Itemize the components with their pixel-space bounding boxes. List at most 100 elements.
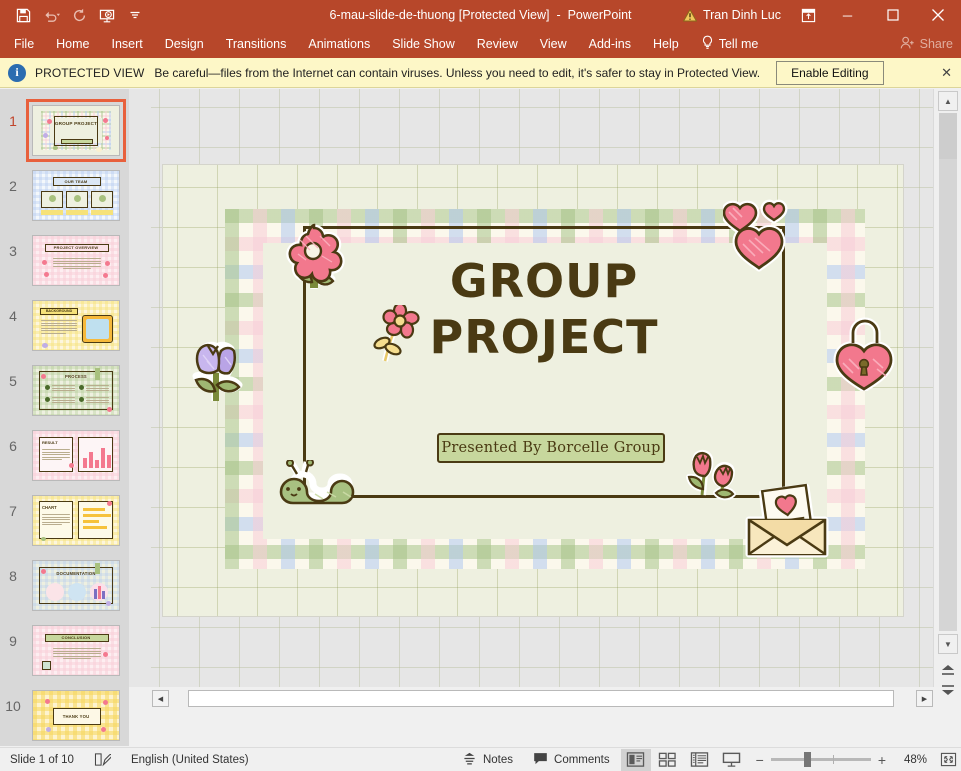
thumbnail-frame: DOCUMENTATION	[26, 554, 126, 617]
thumbnail-frame: RESULT	[26, 424, 126, 487]
thumbnail-slide-1[interactable]: 1 GROUP PROJECT	[0, 99, 129, 162]
title-file-name: 6-mau-slide-de-thuong	[329, 8, 455, 22]
comment-icon	[533, 752, 548, 768]
tab-file[interactable]: File	[0, 30, 45, 58]
zoom-slider-handle[interactable]	[804, 752, 811, 767]
normal-view-button[interactable]	[621, 749, 651, 771]
share-person-icon	[900, 36, 915, 53]
ribbon-display-options-icon[interactable]	[791, 0, 825, 30]
thumbnail-frame: BACKGROUND	[26, 294, 126, 357]
slide-thumbnail-pane[interactable]: 1 GROUP PROJECT	[0, 89, 129, 746]
thumbnail-number: 6	[0, 424, 26, 454]
next-slide-icon[interactable]	[938, 681, 958, 701]
thumbnail-number: 10	[0, 684, 26, 714]
scroll-thumb[interactable]	[188, 690, 894, 707]
heart-lock-icon	[831, 315, 897, 391]
status-bar: Slide 1 of 10 English (United States) No…	[0, 747, 961, 771]
minimize-button[interactable]: ─	[825, 0, 870, 30]
quick-access-toolbar	[0, 3, 148, 27]
previous-slide-icon[interactable]	[938, 659, 958, 679]
thumbnail-slide-10[interactable]: 10 THANK YOU	[0, 684, 129, 746]
slide-canvas[interactable]: GROUP PROJECT Presented By Borcelle Grou…	[163, 165, 903, 616]
slide-counter-label: Slide 1 of 10	[10, 754, 74, 766]
zoom-out-button[interactable]: −	[756, 752, 764, 768]
account-info[interactable]: Tran Dinh Luc	[673, 8, 791, 22]
zoom-in-button[interactable]: +	[878, 752, 886, 768]
redo-icon[interactable]	[66, 3, 92, 27]
close-button[interactable]	[915, 0, 961, 30]
fit-slide-to-window-icon[interactable]	[935, 749, 961, 771]
slide-area-horizontal-scrollbar[interactable]: ◀ ▶	[152, 689, 933, 709]
scroll-down-icon[interactable]: ▼	[938, 634, 958, 654]
thumbnail-image: GROUP PROJECT	[32, 105, 120, 156]
slide-counter[interactable]: Slide 1 of 10	[0, 748, 84, 771]
comments-button[interactable]: Comments	[523, 748, 620, 771]
language-indicator[interactable]: English (United States)	[121, 748, 259, 771]
tab-design[interactable]: Design	[154, 30, 215, 58]
tab-insert[interactable]: Insert	[101, 30, 154, 58]
scroll-right-icon[interactable]: ▶	[916, 690, 933, 707]
tab-transitions[interactable]: Transitions	[215, 30, 298, 58]
thumbnail-slide-9[interactable]: 9 CONCLUSION	[0, 619, 129, 682]
thumbnail-image: RESULT	[32, 430, 120, 481]
scroll-left-icon[interactable]: ◀	[152, 690, 169, 707]
hearts-icon	[723, 190, 801, 272]
thumbnail-title: OUR TEAM	[33, 179, 119, 184]
thumbnail-title: CHART	[42, 505, 57, 510]
thumbnail-slide-4[interactable]: 4 BACKGROUND	[0, 294, 129, 357]
share-button[interactable]: Share	[900, 36, 953, 53]
info-icon: i	[8, 64, 26, 82]
reading-view-button[interactable]	[685, 749, 715, 771]
thumbnail-slide-8[interactable]: 8 DOCUMENTATION	[0, 554, 129, 617]
tab-help[interactable]: Help	[642, 30, 690, 58]
slide-area-vertical-scrollbar[interactable]: ▲ ▼	[933, 89, 961, 687]
scroll-up-icon[interactable]: ▲	[938, 91, 958, 111]
thumbnail-slide-5[interactable]: 5 PROCESS	[0, 359, 129, 422]
scroll-thumb[interactable]	[939, 113, 957, 159]
thumbnail-slide-7[interactable]: 7 CHART	[0, 489, 129, 552]
notes-button[interactable]: Notes	[452, 748, 523, 771]
tab-slide-show[interactable]: Slide Show	[381, 30, 466, 58]
scroll-track[interactable]	[939, 113, 957, 631]
tab-review[interactable]: Review	[466, 30, 529, 58]
thumbnail-number: 9	[0, 619, 26, 649]
thumbnail-image: OUR TEAM	[32, 170, 120, 221]
tab-home[interactable]: Home	[45, 30, 100, 58]
thumbnail-image: DOCUMENTATION	[32, 560, 120, 611]
slide-sorter-view-button[interactable]	[653, 749, 683, 771]
thumbnail-number: 4	[0, 294, 26, 324]
accessibility-checker-icon[interactable]	[84, 748, 121, 771]
language-label: English (United States)	[131, 754, 249, 766]
thumbnail-title: THANK YOU	[33, 714, 119, 719]
zoom-percentage[interactable]: 48%	[893, 754, 927, 766]
thumbnail-number: 1	[0, 99, 26, 129]
close-banner-icon[interactable]: ✕	[941, 65, 952, 81]
tab-add-ins[interactable]: Add-ins	[578, 30, 642, 58]
thumbnail-image: CHART	[32, 495, 120, 546]
thumbnail-number: 5	[0, 359, 26, 389]
love-letter-icon	[741, 480, 833, 558]
maximize-button[interactable]	[870, 0, 915, 30]
save-icon[interactable]	[10, 3, 36, 27]
undo-icon[interactable]	[38, 3, 64, 27]
zoom-control[interactable]: − + 48%	[748, 752, 935, 768]
tab-view[interactable]: View	[529, 30, 578, 58]
slide-editing-area[interactable]: GROUP PROJECT Presented By Borcelle Grou…	[129, 89, 933, 687]
thumbnail-slide-2[interactable]: 2 OUR TEAM	[0, 164, 129, 227]
thumbnail-slide-6[interactable]: 6 RESULT	[0, 424, 129, 487]
chevron-down-icon[interactable]	[122, 3, 148, 27]
thumbnail-frame: PROJECT OVERVIEW	[26, 229, 126, 292]
protected-view-bar: i PROTECTED VIEW Be careful—files from t…	[0, 58, 961, 88]
zoom-slider[interactable]	[771, 758, 871, 761]
slide-show-view-button[interactable]	[717, 749, 747, 771]
enable-editing-button[interactable]: Enable Editing	[776, 61, 883, 85]
tab-animations[interactable]: Animations	[297, 30, 381, 58]
lightbulb-icon	[701, 35, 714, 53]
thumbnail-frame: CONCLUSION	[26, 619, 126, 682]
slide-title-line-1: GROUP	[303, 253, 785, 309]
slide-subtitle-box[interactable]: Presented By Borcelle Group	[437, 433, 665, 463]
thumbnail-frame: THANK YOU	[26, 684, 126, 746]
present-icon[interactable]	[94, 3, 120, 27]
tell-me-box[interactable]: Tell me	[690, 30, 770, 58]
thumbnail-slide-3[interactable]: 3 PROJECT OVERVIEW	[0, 229, 129, 292]
